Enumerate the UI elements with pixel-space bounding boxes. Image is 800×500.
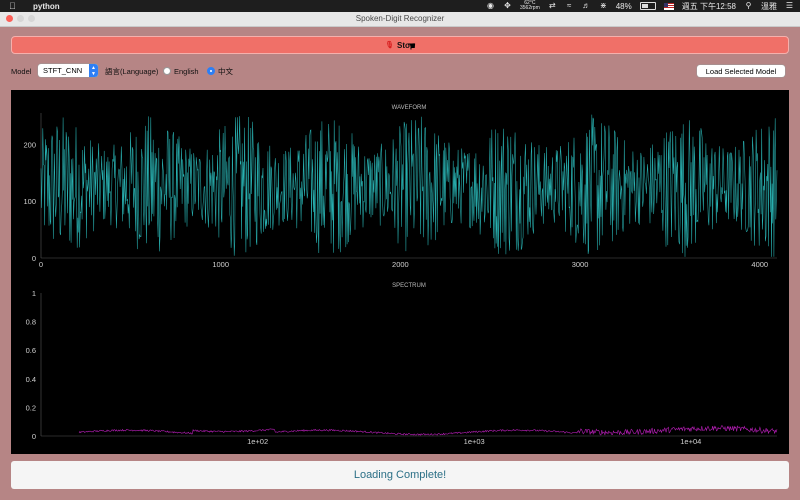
- spectrum-y-tick-label: 0: [32, 432, 36, 441]
- window-title-bar[interactable]: Spoken-Digit Recognizer: [0, 12, 800, 27]
- status-bar: Loading Complete!: [11, 461, 789, 489]
- waveform-x-tick-label: 3000: [572, 260, 589, 269]
- spectrum-y-tick-label: 0.6: [26, 346, 36, 355]
- language-label: 語言(Language): [105, 66, 159, 76]
- battery-icon[interactable]: [639, 2, 656, 10]
- notification-center-icon[interactable]: ☰: [785, 2, 794, 10]
- chinese-radio[interactable]: [207, 67, 215, 75]
- spotlight-icon[interactable]: ⚲: [744, 2, 753, 10]
- spectrum-y-tick-label: 0.2: [26, 403, 36, 412]
- waveform-x-tick-label: 1000: [212, 260, 229, 269]
- menu-bar:  python ◉ ✥ 62°C 3562rpm ⇄ ≈ ♬ ⋇ 48% 週五…: [0, 0, 800, 12]
- wifi-icon[interactable]: ≈: [565, 2, 574, 10]
- model-select-value: STFT_CNN: [43, 66, 83, 75]
- spectrum-x-tick-label: 1e+04: [680, 437, 701, 446]
- waveform-x-tick-label: 2000: [392, 260, 409, 269]
- waveform-x-tick-label: 0: [39, 260, 43, 269]
- input-source-icon[interactable]: [663, 2, 674, 10]
- load-model-button[interactable]: Load Selected Model: [697, 65, 785, 77]
- bluetooth-icon[interactable]: ⋇: [599, 2, 608, 10]
- english-radio[interactable]: [163, 67, 171, 75]
- chinese-radio-label: 中文: [218, 66, 233, 76]
- record-icon[interactable]: ◉: [486, 2, 495, 10]
- waveform-y-tick-label: 100: [23, 197, 36, 206]
- select-arrows-icon: ▲ ▼: [89, 64, 98, 77]
- english-radio-label: English: [174, 66, 199, 76]
- microphone-icon: 🎙: [385, 42, 395, 49]
- chinese-radio-option[interactable]: 中文: [207, 64, 233, 78]
- app-menu[interactable]: python: [33, 2, 60, 11]
- plot-canvas: WAVEFORM 0 100 200 0 1000 2000 3000 4000 SPECTRUM…: [11, 90, 789, 454]
- model-select[interactable]: STFT_CNN ▲ ▼: [38, 64, 98, 77]
- waveform-title: WAVEFORM: [392, 105, 427, 111]
- window-title: Spoken-Digit Recognizer: [355, 14, 445, 23]
- user-menu[interactable]: 溫雅: [761, 1, 777, 12]
- model-label: Model: [11, 66, 32, 76]
- sync-icon[interactable]: ⇄: [548, 2, 557, 10]
- waveform-y-tick-label: 200: [23, 140, 36, 149]
- spectrum-x-tick-label: 1e+02: [247, 437, 268, 446]
- volume-icon[interactable]: ♬: [582, 2, 591, 10]
- spectrum-series-line: [78, 425, 778, 436]
- apple-menu-icon[interactable]: : [9, 1, 19, 11]
- spectrum-y-tick-label: 0.4: [26, 375, 36, 384]
- status-text: Loading Complete!: [353, 469, 447, 481]
- battery-percent: 48%: [615, 1, 632, 11]
- waveform-series-line: [40, 114, 778, 257]
- fan-icon[interactable]: ✥: [503, 2, 512, 10]
- clock[interactable]: 週五 下午12:58: [682, 1, 736, 12]
- plots-svg: WAVEFORM01002000 1000 2000 3000 4000SPECTRUM…: [23, 105, 778, 446]
- english-radio-option[interactable]: English: [163, 64, 199, 78]
- stop-button[interactable]: 🎙 Stop: [11, 36, 789, 54]
- waveform-x-tick-label: 4000: [751, 260, 768, 269]
- temperature-readout[interactable]: 62°C 3562rpm: [520, 1, 540, 11]
- spectrum-x-tick-label: 1e+03: [464, 437, 485, 446]
- waveform-y-tick-label: 0: [32, 254, 36, 263]
- status-area: ◉ ✥ 62°C 3562rpm ⇄ ≈ ♬ ⋇ 48% 週五 下午12:58 …: [486, 0, 794, 12]
- mouse-cursor-icon: ☚: [407, 41, 416, 52]
- spectrum-title: SPECTRUM: [392, 283, 426, 289]
- spectrum-y-tick-label: 0.8: [26, 318, 36, 327]
- spectrum-y-tick-label: 1: [32, 289, 36, 298]
